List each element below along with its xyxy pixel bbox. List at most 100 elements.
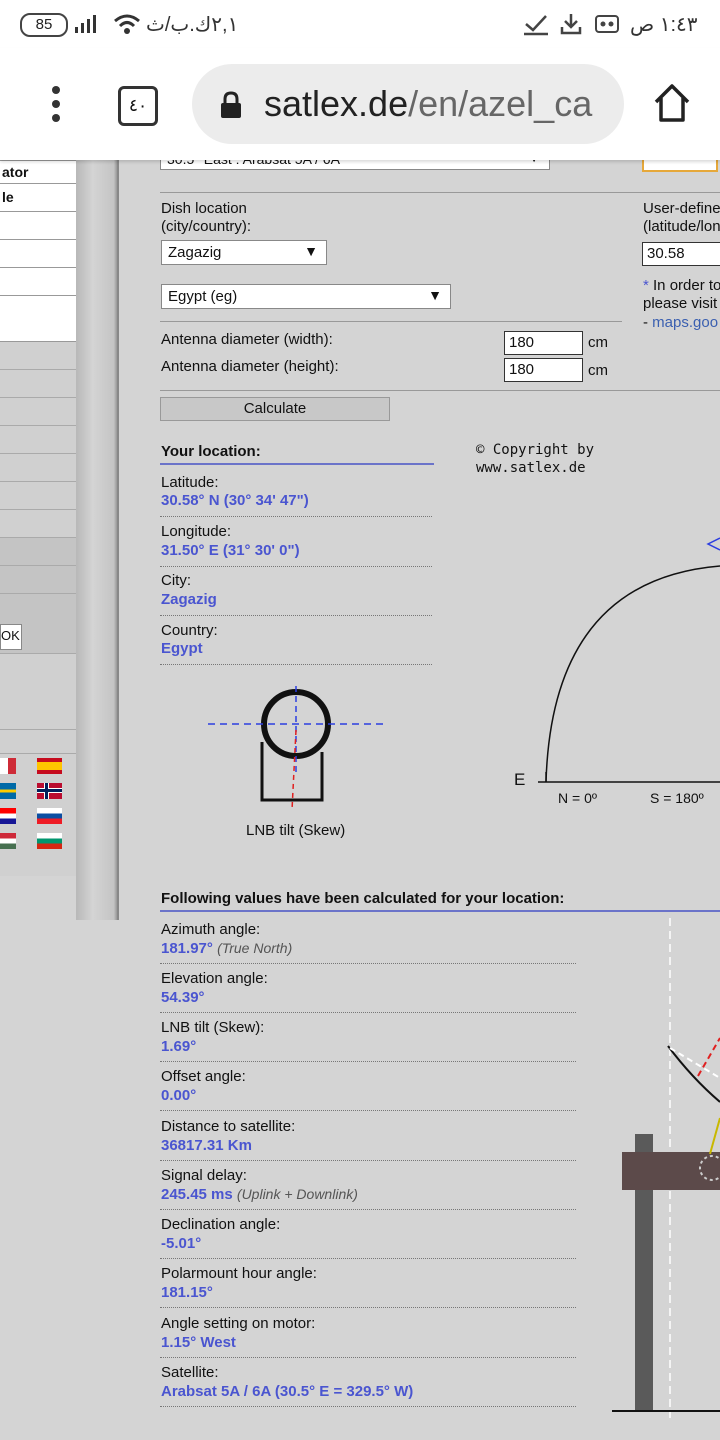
flag-bulgaria-icon[interactable] (37, 833, 62, 849)
maps-link[interactable]: maps.goo (652, 314, 718, 331)
download-icon (560, 14, 582, 35)
flag-norway-icon[interactable] (37, 783, 62, 799)
address-bar[interactable]: satlex.de/en/azel_ca (192, 64, 624, 144)
sidebar-field[interactable] (0, 268, 76, 296)
antenna-height-input[interactable]: 180 (504, 358, 583, 382)
flag-croatia-icon[interactable] (0, 808, 16, 824)
copyright-line-1: © Copyright by (476, 442, 595, 458)
divider (160, 321, 622, 322)
result-row: Declination angle: -5.01° (161, 1216, 280, 1252)
result-label: LNB tilt (Skew): (161, 1019, 265, 1036)
result-row: Elevation angle: 54.39° (161, 970, 268, 1006)
left-sidebar: ator le OK (0, 160, 77, 876)
sidebar-item[interactable]: ator (0, 160, 76, 184)
city-select[interactable]: Zagazig ▼ (161, 240, 327, 265)
antenna-width-input[interactable]: 180 (504, 331, 583, 355)
result-row: Satellite: Arabsat 5A / 6A (30.5° E = 32… (161, 1364, 413, 1400)
flag-hungary-icon[interactable] (0, 833, 16, 849)
result-row: Polarmount hour angle: 181.15° (161, 1265, 317, 1301)
dotted-divider (160, 516, 432, 517)
result-value: Arabsat 5A / 6A (30.5° E = 329.5° W) (161, 1383, 414, 1400)
result-row: Distance to satellite: 36817.31 Km (161, 1118, 295, 1154)
result-value: 245.45 ms (161, 1186, 233, 1203)
dish-mount-diagram (612, 918, 720, 1418)
url-path: /en/azel_ca (408, 83, 593, 124)
dotted-divider (160, 1406, 576, 1407)
dotted-divider (160, 1061, 576, 1062)
menu-dots-icon[interactable] (44, 84, 68, 124)
note-line-2: please visit (643, 295, 718, 312)
sidebar-row (0, 398, 76, 426)
latitude-value: 30.58° N (30° 34' 47") (161, 492, 309, 509)
result-label: Polarmount hour angle: (161, 1265, 317, 1282)
user-defined-label: User-define (643, 200, 720, 217)
dotted-divider (160, 1209, 576, 1210)
dotted-divider (160, 1258, 576, 1259)
check-icon (524, 15, 548, 36)
sidebar-textarea[interactable] (0, 296, 76, 342)
result-value: 181.15° (161, 1284, 213, 1301)
home-icon[interactable] (652, 82, 692, 124)
flag-sweden-icon[interactable] (0, 783, 16, 799)
result-row: Signal delay: 245.45 ms (Uplink + Downli… (161, 1167, 358, 1203)
city-country-label: (city/country): (161, 218, 252, 235)
note-line-1: * In order to (643, 277, 720, 294)
dropdown-arrow-icon: ▼ (428, 287, 442, 303)
user-latitude-input[interactable]: 30.58 (642, 242, 720, 266)
dotted-divider (160, 1012, 576, 1013)
note-line-3: - maps.goo (643, 314, 719, 331)
flag-spain-icon[interactable] (37, 758, 62, 774)
country-select[interactable]: Egypt (eg) ▼ (161, 284, 451, 309)
city-value: Zagazig (161, 591, 217, 608)
sidebar-row: OK (0, 594, 76, 654)
ok-button[interactable]: OK (0, 624, 22, 650)
calculate-button[interactable]: Calculate (160, 397, 390, 421)
result-label: Distance to satellite: (161, 1118, 296, 1135)
sidebar-field[interactable] (0, 212, 76, 240)
city-label: City: (161, 572, 191, 589)
city-select-value: Zagazig (168, 244, 222, 261)
sidebar-field[interactable] (0, 240, 76, 268)
result-value: 181.97° (161, 940, 213, 957)
result-note: (True North) (217, 940, 293, 956)
result-label: Angle setting on motor: (161, 1315, 316, 1332)
result-value-line: 245.45 ms (Uplink + Downlink) (161, 1186, 358, 1203)
sidebar-row (0, 342, 76, 370)
url-text: satlex.de/en/azel_ca (264, 83, 592, 125)
sidebar-row (0, 482, 76, 510)
dotted-divider (160, 566, 432, 567)
lnb-skew-diagram (208, 686, 384, 811)
dotted-divider (160, 1160, 576, 1161)
result-row: Angle setting on motor: 1.15° West (161, 1315, 315, 1351)
sidebar-row (0, 370, 76, 398)
sidebar-row (0, 654, 76, 730)
longitude-value: 31.50° E (31° 30' 0") (161, 542, 300, 559)
unit-label: cm (588, 334, 608, 351)
country-value: Egypt (161, 640, 203, 657)
heading-underline (160, 463, 434, 465)
sidebar-item[interactable]: le (0, 184, 76, 212)
copyright-line-2: www.satlex.de (476, 460, 586, 476)
result-value-line: 181.97° (True North) (161, 940, 292, 957)
flag-italy-icon[interactable] (0, 758, 16, 774)
result-label: Satellite: (161, 1364, 219, 1381)
lnb-caption: LNB tilt (Skew) (246, 822, 346, 839)
vr-icon (595, 15, 619, 33)
dotted-divider (160, 615, 432, 616)
result-label: Declination angle: (161, 1216, 281, 1233)
result-label: Azimuth angle: (161, 921, 261, 938)
sidebar-row (0, 426, 76, 454)
sidebar-row (0, 566, 76, 594)
heading-underline (160, 910, 720, 912)
browser-toolbar: ٤٠ satlex.de/en/azel_ca (0, 48, 720, 160)
url-domain: satlex.de (264, 83, 409, 124)
sidebar-row (0, 454, 76, 482)
dropdown-arrow-icon: ▼ (304, 243, 318, 259)
flag-slovakia-icon[interactable] (37, 808, 62, 824)
south-label: S = 180º (650, 790, 704, 806)
result-label: Elevation angle: (161, 970, 268, 987)
result-value: 0.00° (161, 1087, 197, 1104)
results-heading: Following values have been calculated fo… (161, 890, 565, 907)
east-label: E (514, 770, 526, 789)
tab-switcher-button[interactable]: ٤٠ (118, 86, 158, 126)
